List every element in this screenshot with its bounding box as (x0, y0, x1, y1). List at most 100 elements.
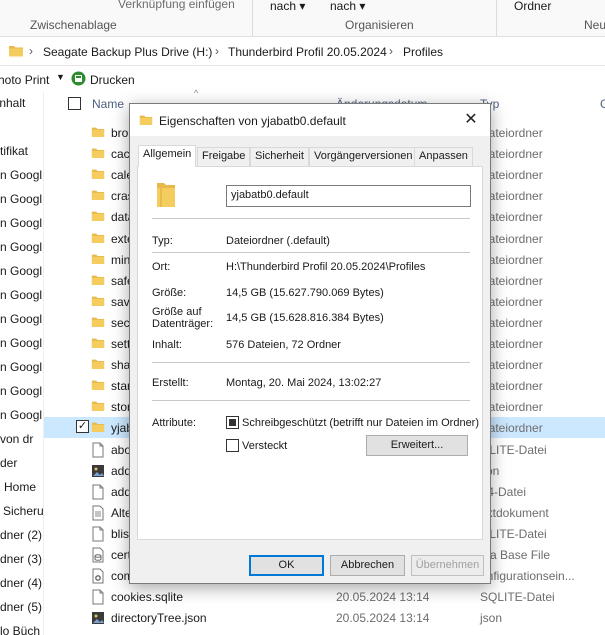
nav-item[interactable]: n Googl (0, 288, 42, 302)
sort-ascending-icon: ^ (194, 88, 199, 98)
file-row[interactable]: directoryTree.json 20.05.2024 13:14 json (44, 607, 605, 628)
move-to-button[interactable]: nach ▾ (270, 0, 305, 13)
database-file-icon (91, 547, 105, 566)
nav-item[interactable]: der (0, 456, 17, 470)
navigation-pane: Inhalt tifikat n Googl n Googl n Googl n… (0, 92, 44, 635)
nav-item[interactable]: n Googl (0, 360, 42, 374)
hidden-checkbox[interactable] (226, 439, 239, 452)
nav-item[interactable]: n Googl (0, 384, 42, 398)
nav-item[interactable]: lo Büch (0, 624, 40, 635)
folder-icon (91, 420, 105, 437)
nav-item[interactable]: dner (5) (0, 600, 42, 614)
chevron-right-icon: › (29, 44, 33, 58)
print-button[interactable]: Drucken (90, 73, 135, 87)
toolbar: hoto Print ▼ Drucken (0, 68, 605, 92)
nav-item[interactable]: Home (4, 480, 36, 494)
breadcrumb-profiles[interactable]: Profiles (403, 45, 443, 59)
nav-item[interactable]: n Googl (0, 264, 42, 278)
file-row[interactable]: cookies.sqlite 20.05.2024 13:14 SQLITE-Dat… (44, 586, 605, 607)
file-name: min (111, 252, 131, 267)
file-name: directoryTree.json (111, 611, 207, 626)
nav-item[interactable]: n Googl (0, 192, 42, 206)
tab-previous-versions[interactable]: Vorgängerversionen (309, 147, 418, 166)
tab-customize[interactable]: Anpassen (414, 147, 473, 166)
nav-item[interactable]: n Googl (0, 408, 42, 422)
copy-to-button[interactable]: nach ▾ (330, 0, 365, 13)
nav-item[interactable]: tifikat (0, 144, 28, 158)
contents-label: Inhalt: (152, 339, 182, 351)
folder-icon (91, 252, 105, 269)
file-name: star (111, 379, 132, 394)
divider (152, 362, 470, 363)
created-value: Montag, 20. Mai 2024, 13:02:27 (226, 377, 382, 389)
apply-button[interactable]: Übernehmen (411, 555, 484, 576)
folder-icon (91, 273, 105, 290)
file-icon (91, 526, 105, 545)
folder-icon (91, 399, 105, 416)
column-size[interactable]: G (600, 97, 605, 111)
file-name: cert (111, 548, 132, 562)
nav-item[interactable]: dner (4) (0, 576, 42, 590)
tab-sharing[interactable]: Freigabe (197, 147, 251, 166)
size-value: 14,5 GB (15.627.790.069 Bytes) (226, 287, 384, 299)
photo-print-button[interactable]: hoto Print (0, 73, 49, 87)
select-all-checkbox[interactable] (68, 97, 81, 110)
new-group-label: Neu (584, 18, 605, 32)
folder-icon (91, 167, 105, 184)
location-value: H:\Thunderbird Profil 20.05.2024\Profile… (226, 261, 426, 273)
divider (152, 252, 470, 253)
file-type: SQLITE-Datei (480, 590, 555, 605)
tab-bar: Allgemein Freigabe Sicherheit Vorgängerv… (130, 145, 490, 167)
size-on-disk-label-2: Datenträger: (152, 318, 214, 330)
folder-icon (91, 146, 105, 163)
nav-item[interactable]: von dr (0, 432, 33, 446)
file-date: 20.05.2024 13:14 (336, 590, 430, 605)
chevron-down-icon[interactable]: ▼ (56, 72, 65, 82)
chevron-right-icon: › (389, 44, 393, 58)
column-name[interactable]: Name (92, 97, 124, 111)
folder-icon (91, 125, 105, 142)
nav-item[interactable]: n Googl (0, 240, 42, 254)
folder-icon (155, 179, 177, 212)
paste-shortcut-button[interactable]: Verknüpfung einfügen (118, 0, 235, 11)
tab-security[interactable]: Sicherheit (250, 147, 309, 166)
attributes-label: Attribute: (152, 417, 197, 429)
address-bar[interactable]: › Seagate Backup Plus Drive (H:) › Thund… (0, 38, 605, 66)
chevron-right-icon: › (215, 44, 219, 58)
breadcrumb-thunderbird[interactable]: Thunderbird Profil 20.05.2024 (228, 45, 387, 59)
divider (152, 218, 470, 219)
folder-icon (8, 43, 24, 62)
advanced-button[interactable]: Erweitert... (366, 435, 468, 456)
file-name: cac (111, 147, 130, 162)
breadcrumb-drive[interactable]: Seagate Backup Plus Drive (H:) (43, 45, 212, 59)
nav-item[interactable]: n Googl (0, 168, 42, 182)
nav-item[interactable]: n Googl (0, 336, 42, 350)
file-icon (91, 442, 105, 461)
file-name: bro (111, 126, 129, 140)
nav-item[interactable]: Inhalt (0, 96, 25, 110)
file-icon (91, 589, 105, 608)
nav-item[interactable]: Sicheru (3, 504, 43, 518)
print-icon (71, 71, 86, 89)
file-name: sha (111, 358, 131, 373)
type-label: Typ: (152, 235, 173, 247)
folder-icon (91, 378, 105, 395)
folder-icon (91, 336, 105, 353)
row-checkbox[interactable]: ✓ (76, 420, 89, 434)
close-button[interactable]: ✕ (456, 108, 486, 132)
ok-button[interactable]: OK (249, 555, 324, 576)
readonly-checkbox[interactable] (226, 416, 239, 429)
dialog-title-bar: Eigenschaften von yjabatb0.default ✕ (130, 104, 490, 136)
nav-item[interactable]: n Googl (0, 216, 42, 230)
folder-name-input[interactable]: yjabatb0.default (226, 185, 471, 207)
file-name: stor (111, 400, 132, 415)
tab-general[interactable]: Allgemein (138, 145, 197, 167)
nav-item[interactable]: dner (2) (0, 528, 42, 542)
new-folder-button[interactable]: Ordner (514, 0, 551, 13)
cancel-button[interactable]: Abbrechen (330, 555, 405, 576)
nav-item[interactable]: n Googl (0, 312, 42, 326)
folder-icon (91, 231, 105, 248)
divider (152, 400, 470, 401)
nav-item[interactable]: dner (3) (0, 552, 42, 566)
folder-icon (139, 113, 153, 130)
